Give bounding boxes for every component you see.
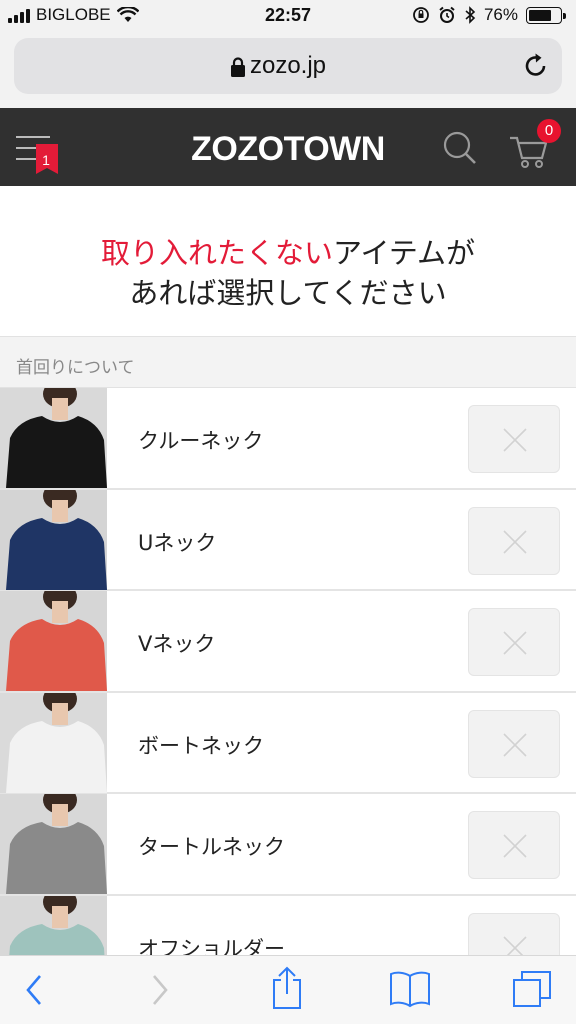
selection-prompt: 取り入れたくないアイテムが あれば選択してください — [0, 186, 576, 336]
close-icon — [503, 529, 527, 554]
exclude-button[interactable] — [468, 811, 560, 879]
bookmarks-icon[interactable] — [388, 970, 432, 1008]
battery-icon — [526, 6, 566, 24]
browser-chrome: zozo.jp — [0, 32, 576, 108]
list-item: ボートネック — [0, 692, 576, 794]
cart-count-badge: 0 — [537, 119, 561, 143]
prompt-line-2: あれば選択してください — [129, 276, 447, 310]
site-header: 1 ZOZOTOWN — [0, 108, 576, 186]
battery-level — [529, 9, 551, 21]
neckline-list: クルーネック Uネック Vネック ボートネック タートルネック オフショルダー — [0, 388, 576, 997]
exclude-button[interactable] — [468, 506, 560, 575]
prompt-line-1-rest: アイテムが — [332, 236, 476, 270]
exclude-button[interactable] — [468, 608, 560, 676]
site-logo[interactable]: ZOZOTOWN — [0, 130, 576, 169]
item-thumbnail — [0, 794, 107, 894]
orientation-lock-icon — [413, 7, 429, 23]
status-bar: BIGLOBE 22:57 76% — [0, 0, 576, 32]
item-label: Uネック — [138, 530, 217, 555]
tabs-icon[interactable] — [512, 970, 552, 1010]
close-icon — [503, 732, 527, 757]
forward-icon[interactable] — [150, 972, 170, 1008]
list-item: タートルネック — [0, 794, 576, 896]
list-item: Uネック — [0, 489, 576, 591]
item-thumbnail — [0, 489, 107, 590]
item-thumbnail — [0, 692, 107, 793]
reload-icon[interactable] — [522, 52, 550, 80]
bluetooth-icon — [465, 6, 476, 24]
battery-percent: 76% — [483, 5, 518, 24]
exclude-button[interactable] — [468, 709, 560, 778]
close-icon — [503, 631, 527, 655]
item-label: タートルネック — [138, 835, 285, 859]
search-icon[interactable] — [442, 130, 478, 166]
prompt-line-1: 取り入れたくないアイテムが — [0, 230, 576, 272]
list-item: クルーネック — [0, 388, 576, 490]
back-icon[interactable] — [24, 972, 44, 1008]
list-item: Vネック — [0, 591, 576, 693]
exclude-button[interactable] — [468, 405, 560, 473]
status-right: 76% — [412, 5, 566, 25]
item-label: ボートネック — [138, 733, 264, 758]
item-thumbnail — [0, 388, 107, 488]
item-label: クルーネック — [138, 429, 264, 453]
close-icon — [503, 834, 527, 858]
item-label: Vネック — [138, 632, 216, 656]
section-header: 首回りについて — [0, 336, 576, 388]
address-bar[interactable]: zozo.jp — [14, 38, 562, 94]
url-text: zozo.jp — [249, 52, 327, 79]
browser-toolbar — [0, 955, 576, 1024]
share-icon[interactable] — [270, 966, 304, 1010]
section-title: 首回りについて — [16, 358, 135, 378]
prompt-highlight: 取り入れたくない — [100, 236, 333, 270]
alarm-icon — [439, 6, 455, 23]
item-thumbnail — [0, 591, 107, 691]
close-icon — [503, 428, 527, 452]
